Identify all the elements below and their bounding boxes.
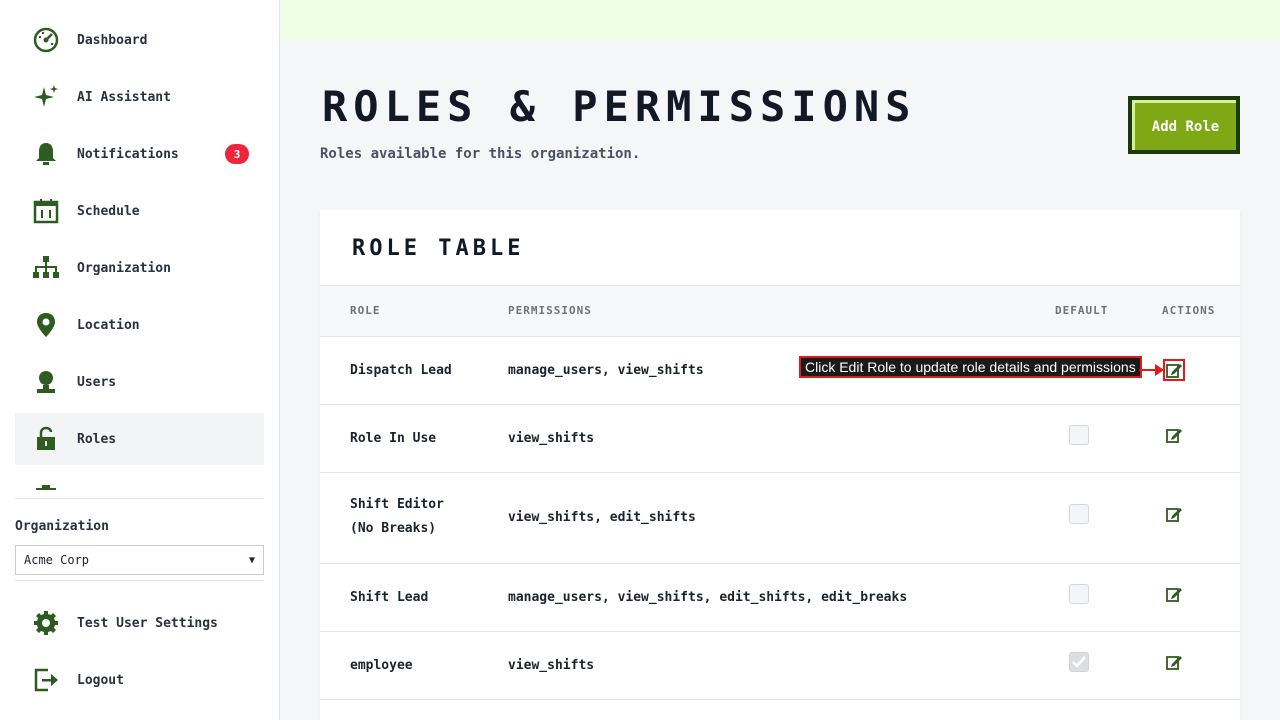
unlock-icon bbox=[30, 423, 62, 455]
sidebar: Dashboard AI Assistant Notifications 3 S… bbox=[0, 0, 280, 720]
edit-icon bbox=[1166, 508, 1182, 522]
checkmark-icon bbox=[1072, 656, 1086, 668]
sidebar-bottom-nav: Test User Settings Logout bbox=[15, 597, 264, 711]
org-chart-icon bbox=[30, 252, 62, 284]
edit-role-tooltip: Click Edit Role to update role details a… bbox=[799, 356, 1142, 378]
role-name: Role In Use bbox=[350, 431, 437, 446]
user-icon bbox=[30, 366, 62, 398]
table-row: Shift Lead manage_users, view_shifts, ed… bbox=[320, 564, 1240, 632]
edit-icon bbox=[1166, 656, 1182, 670]
role-table-title: Role Table bbox=[352, 236, 525, 261]
sidebar-item-notifications[interactable]: Notifications 3 bbox=[15, 128, 264, 180]
table-row: Role In Use view_shifts bbox=[320, 405, 1240, 473]
page-subtitle: Roles available for this organization. bbox=[320, 146, 641, 162]
sidebar-item-label: Test User Settings bbox=[77, 615, 218, 631]
sparkle-icon bbox=[30, 81, 62, 113]
role-permissions: view_shifts bbox=[508, 431, 595, 446]
edit-icon bbox=[1166, 429, 1182, 443]
edit-icon bbox=[1166, 364, 1182, 378]
top-banner bbox=[280, 0, 1280, 40]
location-pin-icon bbox=[30, 309, 62, 341]
edit-icon bbox=[1166, 588, 1182, 602]
sidebar-item-label: Organization bbox=[77, 260, 171, 276]
notification-count-badge: 3 bbox=[225, 144, 249, 164]
edit-role-button[interactable] bbox=[1163, 424, 1185, 446]
sidebar-item-schedule[interactable]: Schedule bbox=[15, 185, 264, 237]
add-role-button[interactable]: Add Role bbox=[1128, 96, 1240, 154]
sidebar-item-label: Dashboard bbox=[77, 32, 148, 48]
tooltip-arrow-head bbox=[1155, 364, 1164, 376]
sidebar-item-dashboard[interactable]: Dashboard bbox=[15, 14, 264, 66]
column-header-role: ROLE bbox=[350, 304, 381, 317]
sidebar-item-label: Roles bbox=[77, 431, 117, 447]
role-permissions: manage_users, view_shifts, edit_shifts, … bbox=[508, 590, 908, 605]
sidebar-item-location[interactable]: Location bbox=[15, 299, 264, 351]
sidebar-item-label: Schedule bbox=[77, 203, 140, 219]
add-role-button-label: Add Role bbox=[1132, 100, 1236, 150]
role-name: Dispatch Lead bbox=[350, 363, 452, 378]
sidebar-item-label: Location bbox=[77, 317, 140, 333]
sidebar-item-ai-assistant[interactable]: AI Assistant bbox=[15, 71, 264, 123]
edit-role-button[interactable] bbox=[1163, 359, 1185, 381]
table-header: ROLE PERMISSIONS DEFAULT ACTIONS bbox=[320, 285, 1240, 337]
sidebar-item-test-user-settings[interactable]: Test User Settings bbox=[15, 597, 264, 649]
role-name: employee bbox=[350, 658, 413, 673]
sidebar-nav: Dashboard AI Assistant Notifications 3 S… bbox=[15, 14, 264, 490]
sidebar-item-logout[interactable]: Logout bbox=[15, 654, 264, 706]
table-row: Shift Editor (No Breaks) view_shifts, ed… bbox=[320, 473, 1240, 564]
sidebar-item-label: Logout bbox=[77, 672, 124, 688]
sidebar-item-label: Notifications bbox=[77, 146, 179, 162]
default-checkbox[interactable] bbox=[1069, 584, 1089, 604]
edit-role-button[interactable] bbox=[1163, 583, 1185, 605]
sidebar-item-users[interactable]: Users bbox=[15, 356, 264, 408]
role-permissions: manage_users, view_shifts bbox=[508, 363, 704, 378]
column-header-actions: ACTIONS bbox=[1162, 304, 1216, 317]
column-header-default: DEFAULT bbox=[1055, 304, 1109, 317]
organization-select[interactable]: Acme Corp ▼ bbox=[15, 545, 264, 575]
default-checkbox[interactable] bbox=[1069, 652, 1089, 672]
role-permissions: view_shifts bbox=[508, 658, 595, 673]
role-name: Shift Lead bbox=[350, 590, 429, 605]
sidebar-divider bbox=[15, 580, 264, 581]
dashboard-icon bbox=[30, 24, 62, 56]
sidebar-item-label: AI Assistant bbox=[77, 89, 171, 105]
briefcase-icon bbox=[30, 480, 62, 490]
organization-select-value: Acme Corp bbox=[24, 553, 90, 567]
page-title: Roles & Permissions bbox=[322, 82, 917, 131]
sidebar-item-roles[interactable]: Roles bbox=[15, 413, 264, 465]
sidebar-divider bbox=[15, 498, 264, 499]
organization-label: Organization bbox=[15, 519, 109, 534]
column-header-permissions: PERMISSIONS bbox=[508, 304, 592, 317]
table-row: employee view_shifts bbox=[320, 632, 1240, 700]
default-checkbox[interactable] bbox=[1069, 425, 1089, 445]
gear-icon bbox=[30, 607, 62, 639]
role-name: Shift Editor (No Breaks) bbox=[350, 497, 444, 536]
role-permissions: view_shifts, edit_shifts bbox=[508, 510, 696, 525]
default-checkbox[interactable] bbox=[1069, 504, 1089, 524]
bell-icon bbox=[30, 138, 62, 170]
sidebar-item-partial[interactable] bbox=[15, 470, 264, 490]
chevron-down-icon: ▼ bbox=[248, 554, 255, 566]
calendar-icon bbox=[30, 195, 62, 227]
logout-icon bbox=[30, 664, 62, 696]
edit-role-button[interactable] bbox=[1163, 503, 1185, 525]
edit-role-button[interactable] bbox=[1163, 651, 1185, 673]
sidebar-item-label: Users bbox=[77, 374, 117, 390]
sidebar-item-organization[interactable]: Organization bbox=[15, 242, 264, 294]
role-table-card: Role Table ROLE PERMISSIONS DEFAULT ACTI… bbox=[320, 210, 1240, 720]
